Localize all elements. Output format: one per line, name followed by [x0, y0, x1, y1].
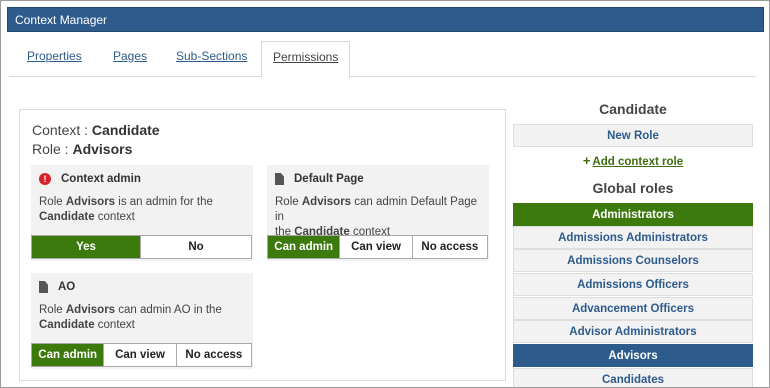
role-name: Advisors	[72, 141, 133, 157]
no-access-button[interactable]: No access	[413, 236, 487, 258]
window-title: Context Manager	[7, 7, 764, 32]
role-advancement-officers[interactable]: Advancement Officers	[513, 297, 753, 320]
tab-bar: Properties Pages Sub-Sections Permission…	[9, 41, 756, 78]
default-page-description: Role Advisors can admin Default Page in t…	[275, 195, 483, 240]
role-admissions-officers[interactable]: Admissions Officers	[513, 273, 753, 296]
role-admissions-counselors[interactable]: Admissions Counselors	[513, 249, 753, 272]
role-administrators[interactable]: Administrators	[513, 203, 753, 226]
desc-text: Role	[39, 304, 66, 316]
context-admin-description: Role Advisors is an admin for the Candida…	[39, 195, 247, 225]
ao-card: AO Role Advisors can admin AO in the Cand…	[31, 273, 253, 369]
role-admissions-administrators[interactable]: Admissions Administrators	[513, 226, 753, 249]
document-icon	[275, 173, 284, 185]
role-advisors[interactable]: Advisors	[513, 344, 753, 367]
ao-access-toggle: Can admin Can view No access	[31, 343, 252, 367]
ao-title: AO	[39, 281, 75, 293]
tab-sub-sections[interactable]: Sub-Sections	[176, 41, 247, 77]
desc-role: Advisors	[301, 196, 352, 208]
plus-icon: +	[582, 153, 591, 168]
desc-text: Role	[39, 196, 66, 208]
permissions-panel: Context : Candidate Role : Advisors ! Co…	[19, 109, 506, 381]
role-line: Role : Advisors	[32, 141, 132, 157]
yes-button[interactable]: Yes	[32, 236, 142, 258]
default-page-title-label: Default Page	[294, 173, 364, 185]
tab-permissions-label: Permissions	[273, 50, 339, 64]
can-view-button[interactable]: Can view	[104, 344, 177, 366]
tab-properties[interactable]: Properties	[27, 41, 82, 77]
role-candidates[interactable]: Candidates	[513, 368, 753, 387]
tab-permissions[interactable]: Permissions	[261, 41, 351, 78]
can-view-button[interactable]: Can view	[340, 236, 413, 258]
no-button[interactable]: No	[141, 236, 251, 258]
context-admin-card: ! Context admin Role Advisors is an admi…	[31, 165, 253, 261]
context-name: Candidate	[91, 122, 160, 138]
add-context-role-label: Add context role	[592, 156, 684, 168]
desc-text: can admin AO in the	[115, 304, 222, 316]
context-prefix: Context :	[32, 122, 92, 138]
desc-text: context	[94, 319, 135, 331]
role-advisor-administrators[interactable]: Advisor Administrators	[513, 320, 753, 343]
desc-role: Advisors	[65, 196, 116, 208]
context-line: Context : Candidate	[32, 122, 160, 138]
desc-context: Candidate	[39, 319, 95, 331]
desc-text: is an admin for the	[115, 196, 213, 208]
role-prefix: Role :	[32, 141, 73, 157]
context-admin-toggle: Yes No	[31, 235, 252, 259]
desc-text: context	[94, 211, 135, 223]
default-page-access-toggle: Can admin Can view No access	[267, 235, 488, 259]
new-role-button[interactable]: New Role	[513, 124, 753, 147]
desc-text: Role	[275, 196, 302, 208]
alert-icon: !	[39, 173, 51, 185]
desc-role: Advisors	[65, 304, 116, 316]
add-context-role-link[interactable]: + Add context role	[513, 153, 753, 168]
ao-description: Role Advisors can admin AO in the Candida…	[39, 303, 247, 333]
can-admin-button[interactable]: Can admin	[268, 236, 341, 258]
document-icon	[39, 281, 48, 293]
default-page-title: Default Page	[275, 173, 364, 185]
can-admin-button[interactable]: Can admin	[32, 344, 105, 366]
context-manager-window: Context Manager Properties Pages Sub-Sec…	[0, 0, 770, 388]
ao-title-label: AO	[58, 281, 76, 293]
default-page-card: Default Page Role Advisors can admin Def…	[267, 165, 489, 261]
context-heading: Candidate	[599, 101, 667, 117]
desc-context: Candidate	[39, 211, 95, 223]
global-roles-heading: Global roles	[592, 180, 674, 196]
no-access-button[interactable]: No access	[177, 344, 251, 366]
tab-pages[interactable]: Pages	[113, 41, 147, 77]
context-admin-title-label: Context admin	[61, 173, 141, 185]
context-admin-title: ! Context admin	[39, 173, 141, 185]
